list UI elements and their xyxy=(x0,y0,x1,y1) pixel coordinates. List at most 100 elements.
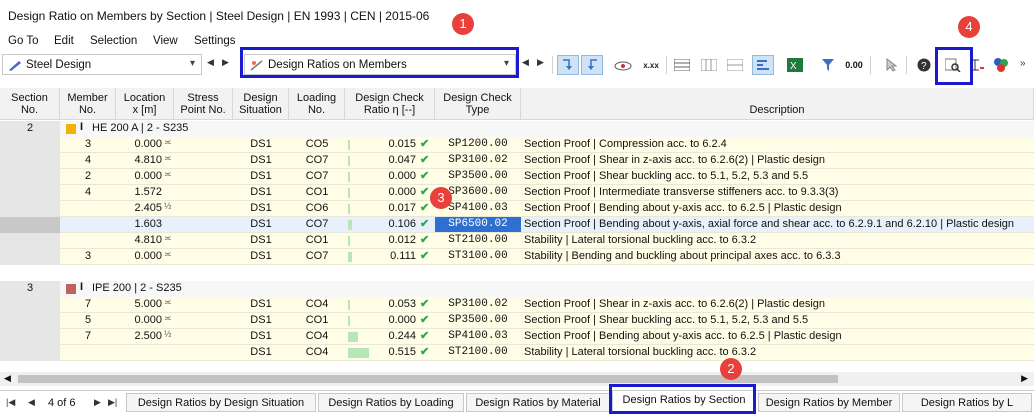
location-cell: 1.603 xyxy=(134,218,162,230)
check-type-cell[interactable]: SP3100.02 xyxy=(435,297,521,313)
menu-edit[interactable]: Edit xyxy=(54,35,74,47)
table-row[interactable]: 4 4.810 ≍ DS1 CO7 0.047 ✔ SP3100.02 Section Proo… xyxy=(60,153,1034,169)
excel-export-icon[interactable]: X xyxy=(784,55,806,75)
menu-view[interactable]: View xyxy=(153,35,178,47)
highlight-table-combo xyxy=(240,47,519,78)
col-header-ratio[interactable]: Design Check Ratio η [--] xyxy=(345,88,435,120)
menu-settings[interactable]: Settings xyxy=(194,35,236,47)
table-row[interactable]: 4.810 ≍ DS1 CO1 0.012 ✔ ST2100.00 Stability | L… xyxy=(60,233,1034,249)
next-page-button[interactable]: ▶ xyxy=(94,397,101,408)
menu-goto[interactable]: Go To xyxy=(8,35,38,47)
next-table-button[interactable]: ▶ xyxy=(537,57,544,68)
col-header-location[interactable]: Location x [m] xyxy=(116,88,174,120)
col-header-section[interactable]: Section No. xyxy=(0,88,60,120)
location-cell: 0.000 xyxy=(134,250,162,262)
scroll-thumb[interactable] xyxy=(18,375,838,383)
section-color-swatch xyxy=(66,124,76,134)
filter-on-icon[interactable] xyxy=(557,55,579,75)
callout-4: 4 xyxy=(958,16,980,38)
check-type-cell[interactable]: SP1200.00 xyxy=(435,137,521,153)
col-header-loading[interactable]: Loading No. xyxy=(289,88,345,120)
situation-cell: DS1 xyxy=(250,314,272,326)
module-combo[interactable]: Steel Design ▾ xyxy=(2,54,202,75)
table-row[interactable]: 2 0.000 ≍ DS1 CO7 0.000 ✔ SP3500.00 Section Proo… xyxy=(60,169,1034,185)
member-cell: 4 xyxy=(84,154,92,166)
horizontal-scrollbar[interactable]: ◀ ▶ xyxy=(0,372,1034,386)
selected-row-marker xyxy=(0,217,60,233)
filter-icon[interactable] xyxy=(817,55,839,75)
check-type-cell[interactable]: ST2100.00 xyxy=(435,345,521,361)
svg-text:X: X xyxy=(790,61,797,72)
ratio-bar xyxy=(348,156,350,166)
table-row[interactable]: 3 0.000 ≍ DS1 CO5 0.015 ✔ SP1200.00 Section Proo… xyxy=(60,137,1034,153)
table-row[interactable]: 3 0.000 ≍ DS1 CO7 0.111 ✔ ST3100.00 Stability | … xyxy=(60,249,1034,265)
check-type-cell[interactable]: SP3100.02 xyxy=(435,153,521,169)
check-type-cell[interactable]: SP3500.00 xyxy=(435,313,521,329)
table-icon[interactable] xyxy=(671,55,693,75)
section-group-header[interactable]: I HE 200 A | 2 - S235 xyxy=(60,121,1034,137)
table-row[interactable]: 1.603 DS1 CO7 0.106 ✔ SP6500.02 Section Proof … xyxy=(0,217,1034,233)
menu-selection[interactable]: Selection xyxy=(90,35,137,47)
xxx-icon[interactable]: x.xx xyxy=(640,55,662,75)
check-type-cell[interactable]: SP3500.00 xyxy=(435,169,521,185)
section-group-header[interactable]: I IPE 200 | 2 - S235 xyxy=(60,281,1034,297)
check-type-cell[interactable]: SP4100.03 xyxy=(435,329,521,345)
scroll-right-icon[interactable]: ▶ xyxy=(1021,373,1028,384)
member-cell: 2 xyxy=(84,170,92,182)
pointer-icon[interactable] xyxy=(880,55,902,75)
situation-cell: DS1 xyxy=(250,186,272,198)
check-type-cell[interactable]: ST2100.00 xyxy=(435,233,521,249)
help-icon[interactable]: ? xyxy=(913,55,935,75)
col-header-stress-point[interactable]: Stress Point No. xyxy=(174,88,233,120)
location-symbol-icon: ≍ xyxy=(164,169,172,179)
overflow-chevron-icon[interactable]: » xyxy=(1020,58,1026,69)
situation-cell: DS1 xyxy=(250,330,272,342)
table-row[interactable]: DS1 CO4 0.515 ✔ ST2100.00 Stability | Lateral… xyxy=(60,345,1034,361)
prev-table-button[interactable]: ◀ xyxy=(522,57,529,68)
tab-item[interactable]: Design Ratios by Member xyxy=(758,393,900,412)
columns-icon[interactable] xyxy=(698,55,720,75)
member-cell xyxy=(60,201,116,217)
tab-item[interactable]: Design Ratios by L xyxy=(902,393,1032,412)
tab-item[interactable]: Design Ratios by Loading xyxy=(318,393,464,412)
section-number-cell[interactable]: 2 xyxy=(0,121,60,265)
table-row[interactable]: 5 0.000 ≍ DS1 CO1 0.000 ✔ SP3500.00 Section Proo… xyxy=(60,313,1034,329)
sync-selection-icon[interactable] xyxy=(581,55,603,75)
table-row[interactable]: 4 1.572 DS1 CO1 0.000 ✔ SP3600.00 Section Proof… xyxy=(60,185,1034,201)
location-symbol-icon: ≍ xyxy=(164,153,172,163)
last-page-button[interactable]: ▶| xyxy=(108,397,117,408)
next-module-button[interactable]: ▶ xyxy=(222,57,229,68)
loading-cell: CO7 xyxy=(305,170,329,182)
table-row[interactable]: 2.405 ½ DS1 CO6 0.017 ✔ SP4100.03 Section Proof… xyxy=(60,201,1034,217)
prev-page-button[interactable]: ◀ xyxy=(28,397,35,408)
tab-bar: |◀ ◀ 4 of 6 ▶ ▶| Design Ratios by Design… xyxy=(0,390,1034,412)
pager-label: 4 of 6 xyxy=(48,397,76,409)
prev-module-button[interactable]: ◀ xyxy=(207,57,214,68)
col-header-situation[interactable]: Design Situation xyxy=(233,88,289,120)
section-color-swatch xyxy=(66,284,76,294)
tab-item[interactable]: Design Ratios by Material xyxy=(466,393,610,412)
highlight-section-tab xyxy=(609,384,756,414)
rows-icon[interactable] xyxy=(724,55,746,75)
table-row[interactable]: 7 5.000 ≍ DS1 CO4 0.053 ✔ SP3100.02 Section Proo… xyxy=(60,297,1034,313)
section-name: IPE 200 | 2 - S235 xyxy=(92,282,182,294)
decimal-icon[interactable]: 0.00 xyxy=(843,55,865,75)
check-type-cell[interactable]: SP6500.02 xyxy=(435,217,521,233)
col-header-type[interactable]: Design Check Type xyxy=(435,88,521,120)
check-ok-icon: ✔ xyxy=(420,186,430,198)
col-header-description[interactable]: Description xyxy=(521,88,1034,120)
table-row[interactable]: 7 2.500 ½ DS1 CO4 0.244 ✔ SP4100.03 Section Proo… xyxy=(60,329,1034,345)
first-page-button[interactable]: |◀ xyxy=(6,397,15,408)
scroll-left-icon[interactable]: ◀ xyxy=(4,373,11,384)
col-header-member[interactable]: Member No. xyxy=(60,88,116,120)
ratio-cell: 0.017 xyxy=(388,202,416,214)
tab-item[interactable]: Design Ratios by Design Situation xyxy=(126,393,316,412)
view-eye-icon[interactable] xyxy=(612,55,634,75)
colors-icon[interactable] xyxy=(990,55,1012,75)
ratio-cell: 0.000 xyxy=(388,314,416,326)
ratio-bar xyxy=(348,140,350,150)
check-type-cell[interactable]: ST3100.00 xyxy=(435,249,521,265)
callout-1: 1 xyxy=(452,13,474,35)
section-number-cell[interactable]: 3 xyxy=(0,281,60,361)
bar-chart-icon[interactable] xyxy=(752,55,774,75)
